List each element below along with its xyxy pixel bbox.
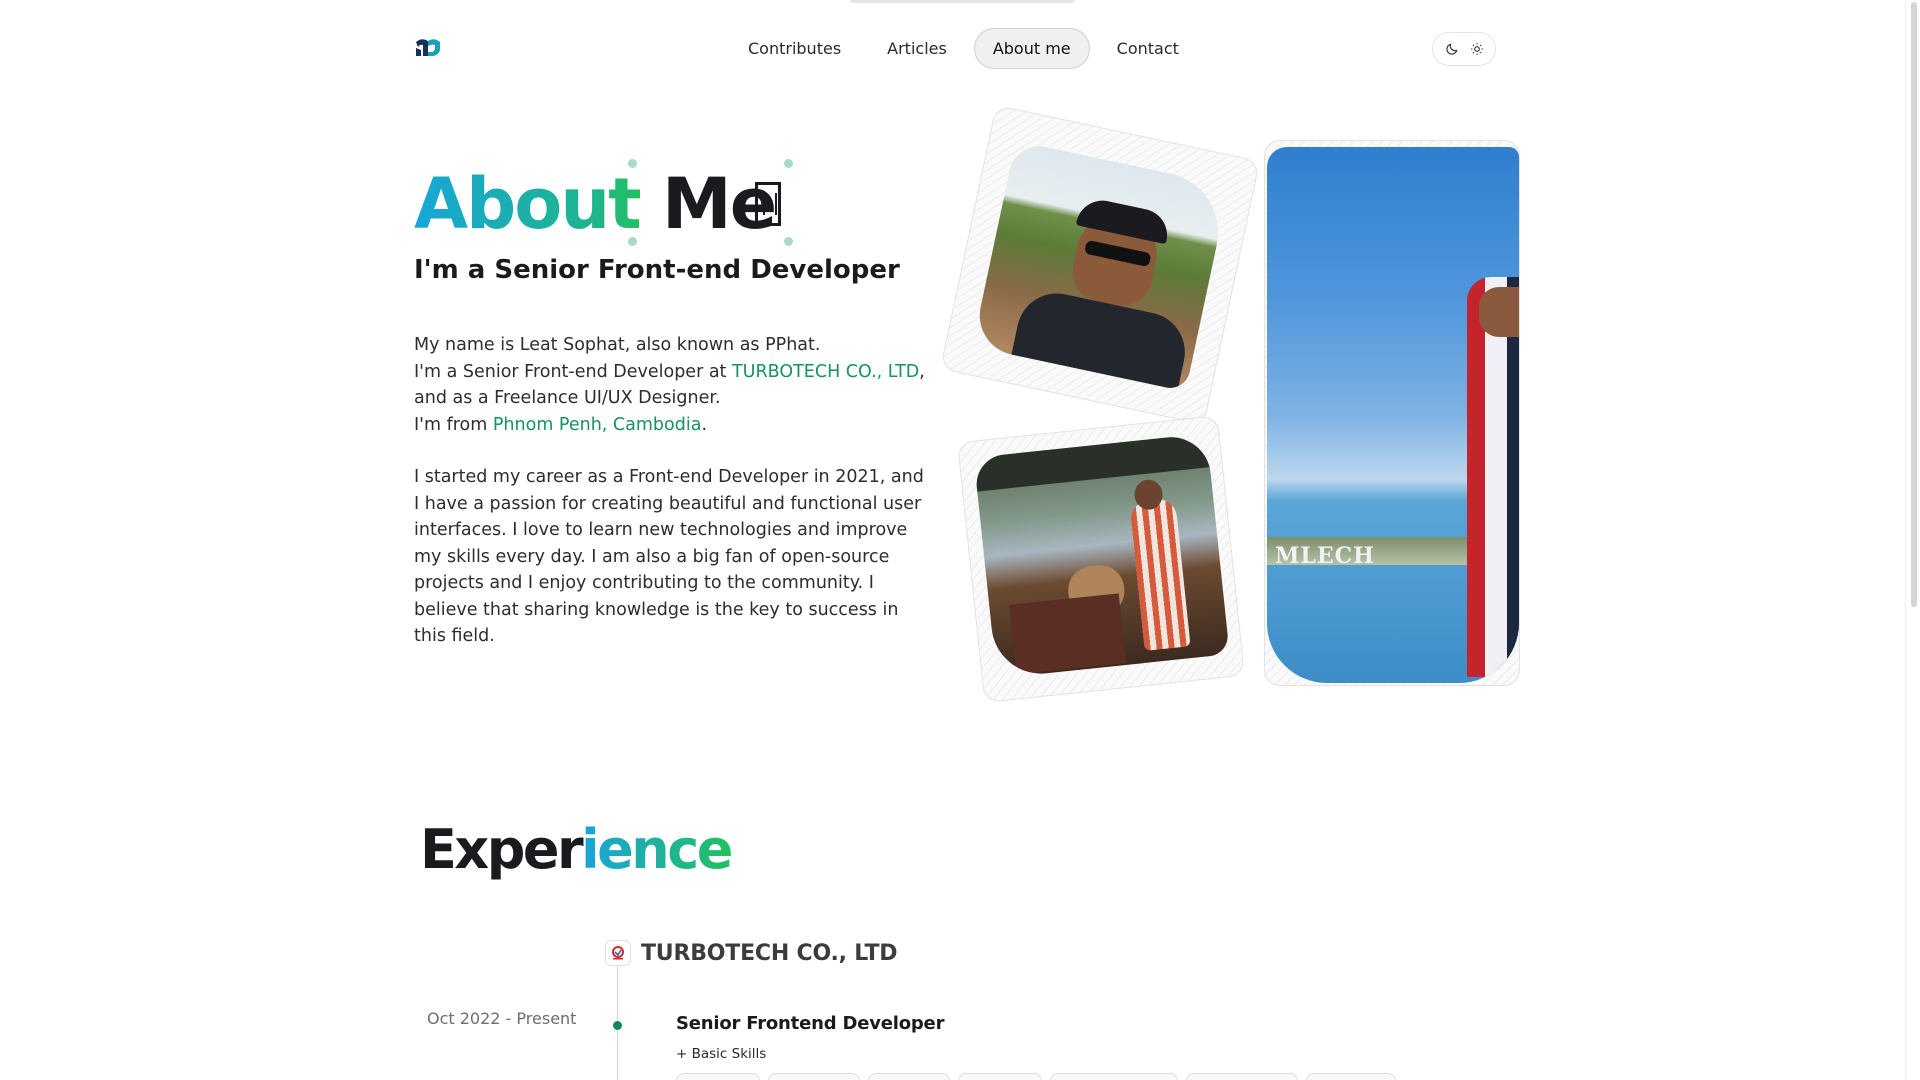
skill-chip [1050, 1073, 1178, 1080]
nav-articles[interactable]: Articles [868, 28, 966, 69]
bio-line: My name is Leat Sophat, also known as PP… [414, 335, 821, 355]
experience-title: Experience [420, 818, 733, 881]
site-logo[interactable] [414, 36, 442, 60]
moon-icon[interactable] [1440, 37, 1464, 61]
skill-chip [868, 1073, 950, 1080]
top-indicator [850, 0, 1075, 3]
person-shirt [1009, 286, 1193, 392]
skill-chip [676, 1073, 760, 1080]
missing-emoji-glyph [755, 182, 781, 226]
theme-switch [1432, 32, 1496, 66]
scrollbar-thumb[interactable] [1911, 2, 1917, 607]
person-head [1479, 287, 1519, 337]
sun-icon[interactable] [1465, 37, 1489, 61]
selection-dot [628, 159, 637, 168]
job-date: Oct 2022 - Present [427, 1009, 577, 1028]
selection-dot [628, 237, 637, 246]
photo-image [973, 433, 1230, 679]
company-link[interactable]: TURBOTECH CO., LTD [732, 362, 919, 382]
skill-chips [676, 1073, 1396, 1080]
bio-paragraph: I started my career as a Front-end Devel… [414, 467, 924, 646]
title-highlight: About [414, 163, 642, 245]
skill-chip [1186, 1073, 1298, 1080]
hero-subtitle: I'm a Senior Front-end Developer [414, 255, 900, 285]
bio-line: I'm from [414, 414, 493, 435]
selection-dot [784, 159, 793, 168]
skill-chip [958, 1073, 1042, 1080]
bio-punct: , [919, 361, 925, 382]
company-header: TURBOTECH CO., LTD [605, 940, 898, 966]
main-nav: Contributes Articles About me Contact [729, 26, 1198, 70]
company-name: TURBOTECH CO., LTD [641, 940, 898, 966]
experience-title-part: Exper [420, 818, 584, 881]
company-logo-icon [605, 940, 631, 966]
skill-chip [1306, 1073, 1396, 1080]
sign-text: MLECH [1275, 543, 1375, 569]
photo-lake: MLECH [1264, 140, 1520, 686]
page-scrollbar[interactable] [1905, 0, 1920, 1080]
timeline-dot [613, 1021, 622, 1030]
photo-selfie [939, 104, 1261, 426]
bio: My name is Leat Sophat, also known as PP… [414, 332, 934, 676]
photo-image: MLECH [1267, 147, 1519, 683]
selection-dot [784, 237, 793, 246]
job-title: Senior Frontend Developer [676, 1013, 945, 1034]
bio-line: I'm a Senior Front-end Developer at [414, 361, 732, 382]
skill-chip [768, 1073, 860, 1080]
furniture [1009, 593, 1127, 675]
nav-about-me[interactable]: About me [973, 27, 1090, 69]
nav-contributes[interactable]: Contributes [729, 28, 860, 69]
photo-image [972, 140, 1230, 392]
bio-line: and as a Freelance UI/UX Designer. [414, 388, 721, 408]
bio-punct: . [701, 414, 708, 435]
photo-with-dog [957, 415, 1245, 703]
nav-contact[interactable]: Contact [1098, 28, 1198, 69]
roof [973, 433, 1210, 492]
experience-title-highlight: ience [581, 818, 733, 881]
location-link[interactable]: Phnom Penh, Cambodia [493, 415, 702, 435]
person-jacket [1467, 277, 1519, 677]
site-header: Contributes Articles About me Contact [414, 26, 1496, 70]
basic-skills-toggle[interactable]: + Basic Skills [676, 1046, 766, 1062]
bio-intro: My name is Leat Sophat, also known as PP… [414, 332, 934, 438]
person-standing [1129, 496, 1191, 651]
